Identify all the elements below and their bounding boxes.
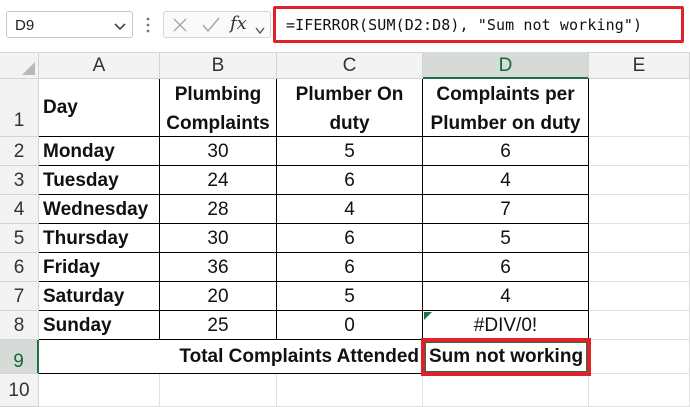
header-complaints-line1: Complaints per: [436, 84, 575, 105]
row-header-9[interactable]: 9: [0, 340, 39, 374]
cell-a5[interactable]: Thursday: [39, 224, 160, 253]
cell-c6[interactable]: 6: [277, 253, 423, 282]
cell-c10[interactable]: [277, 374, 423, 407]
cell-d1[interactable]: Complaints per Plumber on duty: [423, 79, 589, 137]
cell-d10[interactable]: [423, 374, 589, 407]
cell-e7[interactable]: [589, 282, 690, 311]
cell-d9-value: Sum not working: [428, 346, 584, 367]
cell-d8-value: #DIV/0!: [473, 315, 538, 336]
row-header-1[interactable]: 1: [0, 79, 39, 137]
cell-a6[interactable]: Friday: [39, 253, 160, 282]
formula-input[interactable]: =IFERROR(SUM(D2:D8), "Sum not working"): [273, 6, 684, 43]
formula-text: =IFERROR(SUM(D2:D8), "Sum not working"): [286, 16, 643, 34]
enter-check-icon[interactable]: [202, 17, 220, 38]
row-header-8[interactable]: 8: [0, 311, 39, 340]
column-header-e[interactable]: E: [589, 53, 690, 79]
cell-b8[interactable]: 25: [160, 311, 277, 340]
cell-b7[interactable]: 20: [160, 282, 277, 311]
header-plumber-line1: Plumber On: [295, 84, 404, 105]
cell-a9-merged[interactable]: Total Complaints Attended: [39, 340, 423, 374]
header-plumbing-line2: Complaints: [166, 113, 270, 134]
chevron-down-icon[interactable]: [255, 22, 265, 40]
cell-b1[interactable]: Plumbing Complaints: [160, 79, 277, 137]
cell-a10[interactable]: [39, 374, 160, 407]
cell-e9[interactable]: [589, 340, 690, 374]
row-header-7[interactable]: 7: [0, 282, 39, 311]
cell-a7[interactable]: Saturday: [39, 282, 160, 311]
total-label: Total Complaints Attended: [179, 346, 419, 367]
cell-b10[interactable]: [160, 374, 277, 407]
cancel-icon[interactable]: [172, 17, 188, 38]
column-header-c[interactable]: C: [277, 53, 423, 79]
cell-d7[interactable]: 4: [423, 282, 589, 311]
header-day: Day: [43, 97, 78, 118]
cell-d6[interactable]: 6: [423, 253, 589, 282]
cell-c7[interactable]: 5: [277, 282, 423, 311]
name-box[interactable]: D9: [6, 11, 133, 38]
cell-c2[interactable]: 5: [277, 137, 423, 166]
formula-bar: D9 fx =IFERROR(SUM(D2:D8), "Sum not work…: [0, 0, 690, 52]
cell-e8[interactable]: [589, 311, 690, 340]
select-all-corner[interactable]: [0, 53, 39, 79]
cell-c3[interactable]: 6: [277, 166, 423, 195]
header-complaints-line2: Plumber on duty: [430, 113, 581, 134]
cell-d9-selected[interactable]: Sum not working: [421, 338, 591, 376]
formula-buttons: fx: [163, 11, 271, 38]
cell-e5[interactable]: [589, 224, 690, 253]
row-header-2[interactable]: 2: [0, 137, 39, 166]
cell-e6[interactable]: [589, 253, 690, 282]
cell-d2[interactable]: 6: [423, 137, 589, 166]
row-header-4[interactable]: 4: [0, 195, 39, 224]
cell-a4[interactable]: Wednesday: [39, 195, 160, 224]
cell-c1[interactable]: Plumber On duty: [277, 79, 423, 137]
column-header-d[interactable]: D: [423, 53, 589, 79]
header-plumbing-line1: Plumbing: [174, 84, 262, 105]
header-plumber-line2: duty: [329, 113, 370, 134]
name-box-value: D9: [15, 17, 35, 34]
row-header-10[interactable]: 10: [0, 374, 39, 407]
select-all-icon: [22, 62, 35, 75]
cell-c5[interactable]: 6: [277, 224, 423, 253]
cell-d8[interactable]: #DIV/0!: [423, 311, 589, 340]
cell-a3[interactable]: Tuesday: [39, 166, 160, 195]
cell-d3[interactable]: 4: [423, 166, 589, 195]
row-header-6[interactable]: 6: [0, 253, 39, 282]
cell-b2[interactable]: 30: [160, 137, 277, 166]
error-indicator-icon[interactable]: [424, 312, 432, 320]
row-header-5[interactable]: 5: [0, 224, 39, 253]
chevron-down-icon[interactable]: [114, 19, 126, 37]
cell-e1[interactable]: [589, 79, 690, 137]
cell-c8[interactable]: 0: [277, 311, 423, 340]
cell-d4[interactable]: 7: [423, 195, 589, 224]
cell-c4[interactable]: 4: [277, 195, 423, 224]
vertical-dots-icon[interactable]: [145, 17, 151, 38]
cell-b6[interactable]: 36: [160, 253, 277, 282]
cell-e4[interactable]: [589, 195, 690, 224]
cell-b3[interactable]: 24: [160, 166, 277, 195]
cell-b4[interactable]: 28: [160, 195, 277, 224]
cell-d5[interactable]: 5: [423, 224, 589, 253]
cell-e2[interactable]: [589, 137, 690, 166]
cell-a2[interactable]: Monday: [39, 137, 160, 166]
insert-function-icon[interactable]: fx: [230, 13, 247, 34]
cell-a8[interactable]: Sunday: [39, 311, 160, 340]
cell-a1[interactable]: Day: [39, 79, 160, 137]
column-header-a[interactable]: A: [39, 53, 160, 79]
row-header-3[interactable]: 3: [0, 166, 39, 195]
cell-e10[interactable]: [589, 374, 690, 407]
cell-b5[interactable]: 30: [160, 224, 277, 253]
column-header-b[interactable]: B: [160, 53, 277, 79]
cell-e3[interactable]: [589, 166, 690, 195]
